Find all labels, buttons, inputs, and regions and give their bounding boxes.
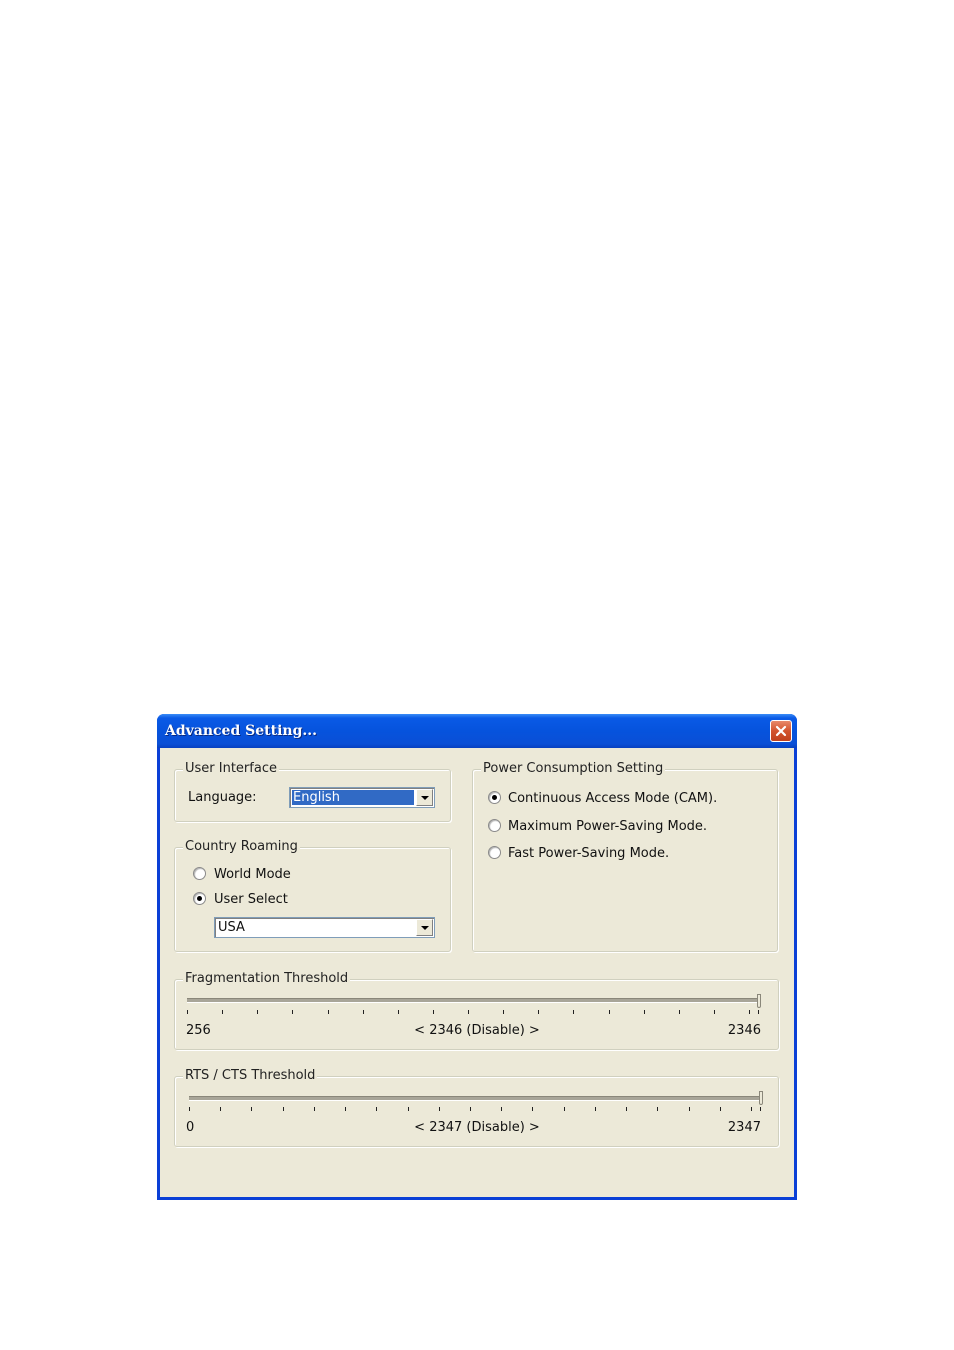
slider-tick: [713, 1010, 715, 1014]
slider-thumb[interactable]: [757, 994, 761, 1008]
country-roaming-legend: Country Roaming: [183, 839, 300, 855]
slider-tick: [563, 1107, 565, 1111]
user-interface-legend: User Interface: [183, 761, 279, 777]
slider-tick: [594, 1107, 596, 1111]
slider-tick: [362, 1010, 364, 1014]
fragmentation-current-label: < 2346 (Disable) >: [414, 1023, 540, 1038]
max-power-saving-label[interactable]: Maximum Power-Saving Mode.: [508, 819, 707, 835]
rts-cts-slider[interactable]: [189, 1091, 763, 1113]
slider-tick: [282, 1107, 284, 1111]
fragmentation-slider[interactable]: [187, 994, 761, 1016]
power-consumption-legend: Power Consumption Setting: [481, 761, 666, 777]
slider-tick: [758, 1010, 759, 1014]
max-power-saving-radio[interactable]: [488, 819, 501, 832]
slider-tick: [503, 1010, 505, 1014]
slider-tick: [345, 1107, 347, 1111]
country-value: USA: [218, 920, 245, 935]
dialog-client-area: User Interface Language: English Country…: [160, 748, 794, 1197]
slider-tick: [657, 1107, 659, 1111]
slider-tick: [501, 1107, 503, 1111]
slider-track[interactable]: [187, 998, 761, 1003]
slider-tick: [313, 1107, 315, 1111]
country-roaming-group: Country Roaming World Mode User Select U…: [174, 839, 451, 952]
user-select-radio[interactable]: [193, 892, 206, 905]
cam-mode-label[interactable]: Continuous Access Mode (CAM).: [508, 791, 717, 807]
slider-tick: [189, 1107, 190, 1111]
title-bar[interactable]: Advanced Setting...: [157, 714, 797, 748]
fragmentation-min-label: 256: [186, 1023, 211, 1038]
rts-cts-current-label: < 2347 (Disable) >: [414, 1120, 540, 1135]
cam-mode-radio[interactable]: [488, 791, 501, 804]
slider-tick: [678, 1010, 680, 1014]
rts-cts-max-label: 2347: [727, 1120, 761, 1135]
slider-tick: [397, 1010, 399, 1014]
fragmentation-max-label: 2346: [727, 1023, 761, 1038]
slider-tick: [187, 1010, 188, 1014]
slider-thumb[interactable]: [759, 1091, 763, 1105]
slider-tick: [251, 1107, 253, 1111]
slider-tick: [751, 1107, 752, 1111]
fragmentation-threshold-group: Fragmentation Threshold 256 < 2346 (Disa…: [174, 971, 779, 1050]
language-label: Language:: [188, 790, 257, 805]
rts-cts-min-label: 0: [186, 1120, 195, 1135]
slider-tick: [376, 1107, 378, 1111]
slider-tick: [292, 1010, 294, 1014]
rts-cts-threshold-group: RTS / CTS Threshold 0 < 2347 (Disable) >…: [174, 1068, 779, 1147]
slider-tick: [573, 1010, 575, 1014]
power-consumption-group: Power Consumption Setting Continuous Acc…: [472, 761, 778, 952]
language-select[interactable]: English: [289, 787, 435, 808]
country-select[interactable]: USA: [214, 917, 435, 938]
world-mode-radio[interactable]: [193, 867, 206, 880]
fast-power-saving-label[interactable]: Fast Power-Saving Mode.: [508, 846, 669, 862]
slider-tick: [608, 1010, 610, 1014]
user-interface-group: User Interface Language: English: [174, 761, 451, 822]
world-mode-label[interactable]: World Mode: [214, 867, 291, 883]
user-select-label[interactable]: User Select: [214, 892, 288, 908]
slider-tick: [407, 1107, 409, 1111]
slider-tick: [470, 1107, 471, 1111]
slider-track[interactable]: [189, 1096, 763, 1101]
slider-tick: [327, 1010, 329, 1014]
slider-tick: [468, 1010, 469, 1014]
chevron-down-icon[interactable]: [416, 919, 433, 936]
slider-tick: [257, 1010, 259, 1014]
rts-cts-legend: RTS / CTS Threshold: [183, 1068, 318, 1084]
slider-tick: [760, 1107, 761, 1111]
close-button[interactable]: [770, 720, 792, 742]
fragmentation-legend: Fragmentation Threshold: [183, 971, 351, 987]
slider-tick: [688, 1107, 690, 1111]
slider-tick: [220, 1107, 222, 1111]
slider-tick: [532, 1107, 534, 1111]
close-x-icon: [775, 725, 787, 737]
slider-tick: [222, 1010, 224, 1014]
fast-power-saving-radio[interactable]: [488, 846, 501, 859]
window-title: Advanced Setting...: [165, 723, 317, 739]
slider-tick: [749, 1010, 750, 1014]
slider-tick: [643, 1010, 645, 1014]
chevron-down-icon[interactable]: [416, 789, 433, 806]
slider-tick: [626, 1107, 628, 1111]
language-value: English: [293, 790, 340, 805]
slider-tick: [438, 1107, 440, 1111]
advanced-setting-dialog: Advanced Setting... User Interface Langu…: [157, 714, 797, 1200]
slider-tick: [432, 1010, 434, 1014]
slider-tick: [538, 1010, 540, 1014]
slider-tick: [719, 1107, 721, 1111]
